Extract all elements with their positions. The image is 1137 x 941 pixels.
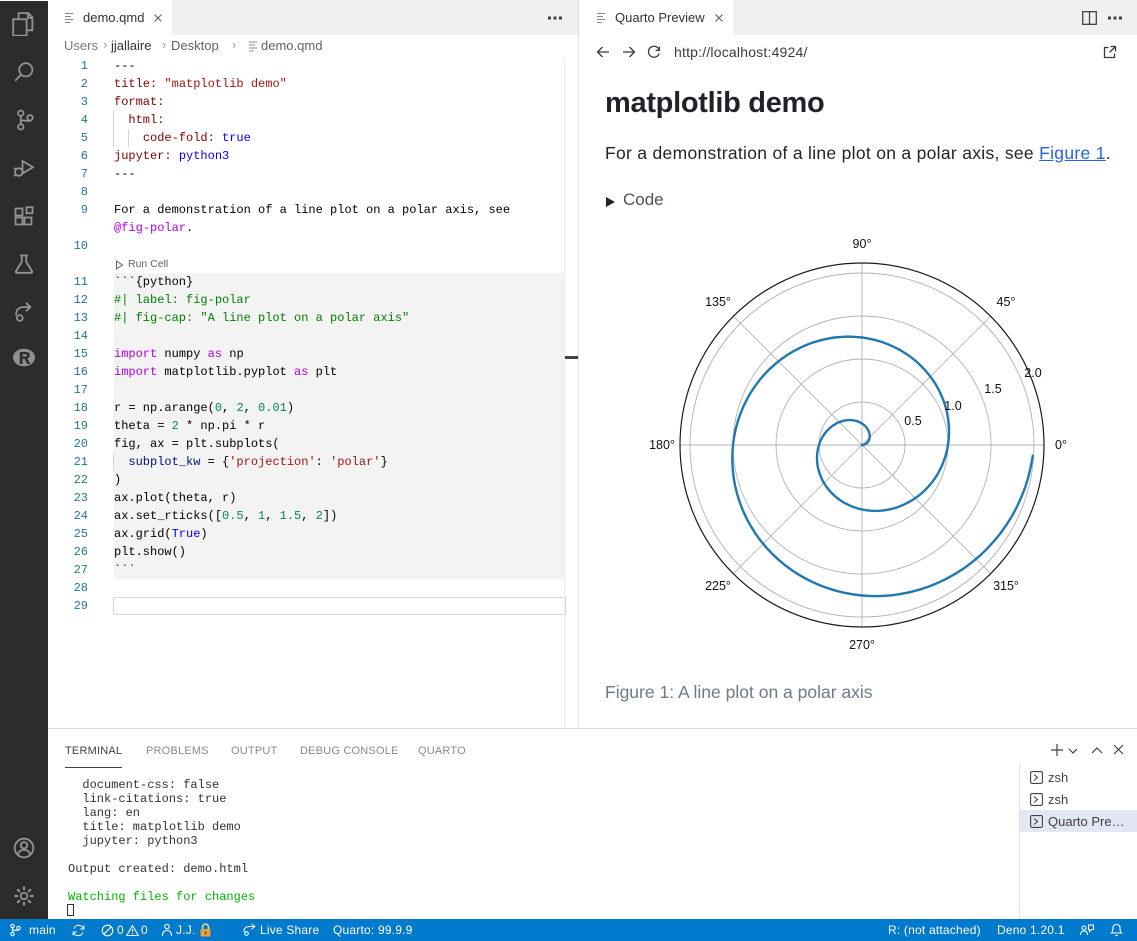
svg-text:0.5: 0.5	[904, 414, 921, 428]
svg-text:1.5: 1.5	[984, 382, 1001, 396]
svg-text:315°: 315°	[993, 579, 1019, 593]
svg-text:2.0: 2.0	[1024, 366, 1041, 380]
svg-text:0°: 0°	[1055, 438, 1067, 452]
svg-text:135°: 135°	[705, 295, 731, 309]
svg-text:180°: 180°	[649, 438, 675, 452]
svg-text:45°: 45°	[997, 295, 1016, 309]
svg-text:90°: 90°	[853, 237, 872, 251]
svg-text:225°: 225°	[705, 579, 731, 593]
svg-text:1.0: 1.0	[944, 399, 961, 413]
svg-text:270°: 270°	[849, 638, 875, 652]
